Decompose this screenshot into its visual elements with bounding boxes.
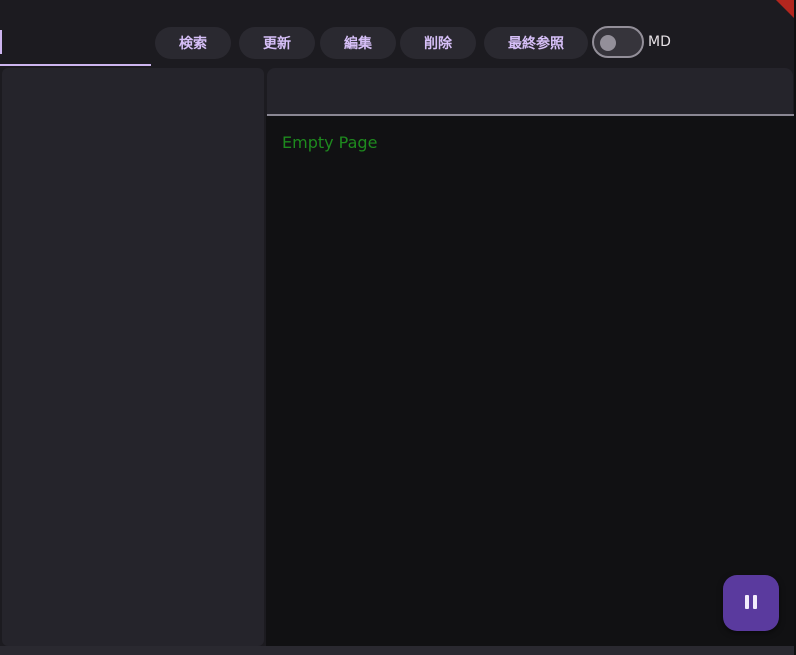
delete-button[interactable]: 削除: [400, 27, 476, 59]
last-viewed-button[interactable]: 最終参照: [484, 27, 588, 59]
bottom-edge: [0, 646, 796, 655]
search-button[interactable]: 検索: [155, 27, 231, 59]
refresh-button[interactable]: 更新: [239, 27, 315, 59]
left-list-panel: [2, 68, 264, 646]
pause-icon: [743, 594, 759, 613]
toggle-knob: [600, 35, 616, 51]
page-title-bar: [267, 68, 793, 114]
md-toggle-switch[interactable]: [592, 26, 644, 58]
search-input[interactable]: [0, 20, 151, 66]
pause-button[interactable]: [723, 575, 779, 631]
text-caret: [0, 30, 2, 54]
edit-button[interactable]: 編集: [320, 27, 396, 59]
empty-page-message: Empty Page: [282, 133, 378, 152]
app-window: 検索 更新 編集 削除 最終参照 MD Empty Page: [0, 0, 796, 655]
page-content-area: Empty Page: [266, 116, 794, 646]
md-toggle-label: MD: [648, 34, 671, 50]
debug-banner-icon: [776, 0, 796, 20]
